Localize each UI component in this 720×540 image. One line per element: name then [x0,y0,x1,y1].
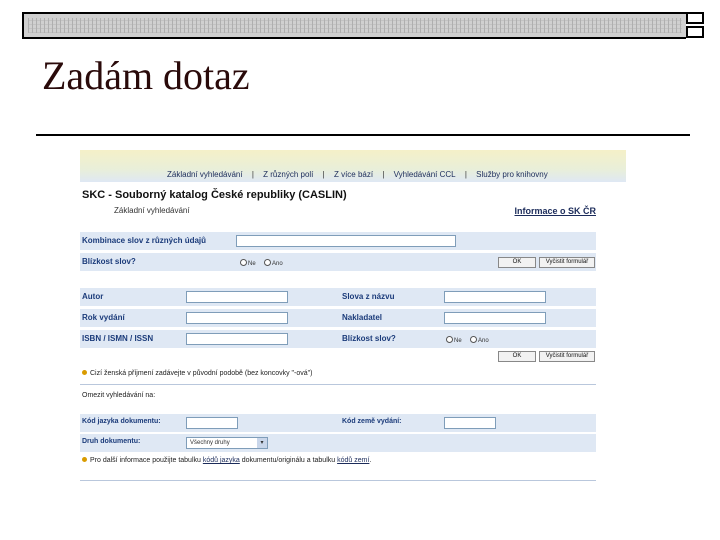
combo-input[interactable] [236,235,456,247]
fields-proximity-label: Blízkost slov? [342,334,396,343]
codes-note-suffix: . [369,457,372,464]
nav-separator: | [251,170,254,179]
fields-clear-button[interactable]: Vyčistit formulář [539,351,595,362]
title-rule [36,134,690,136]
radio-label: Ano [478,338,489,344]
basic-proximity-row: Blízkost slov? Ne Ano OK Vyčistit formul… [80,253,596,271]
basic-proximity-label: Blízkost slov? [82,257,136,266]
basic-ok-button[interactable]: OK [498,257,536,268]
corner-box-bottom [686,26,704,38]
chevron-down-icon: ▾ [257,438,267,448]
nav-item-multi-field[interactable]: Z různých polí [263,170,313,179]
slide-corner-boxes [686,12,710,40]
bullet-icon [82,370,87,375]
corner-box-top [686,12,704,24]
country-codes-link[interactable]: kódů zemí [337,457,369,464]
year-input[interactable] [186,312,288,324]
nav-item-basic-search[interactable]: Základní vyhledávání [167,170,243,179]
codes-note-middle: dokumentu/originálu a tabulku [239,457,338,464]
combo-row: Kombinace slov z různých údajů [80,232,596,250]
nav-items: Základní vyhledávání | Z různých polí | … [164,170,551,179]
basic-radio-no[interactable]: Ne [240,259,256,267]
lang-input[interactable] [186,417,238,429]
bottom-divider [80,480,596,481]
author-row: Autor Slova z názvu [80,288,596,306]
basic-clear-button[interactable]: Vyčistit formulář [539,257,595,268]
isbn-label: ISBN / ISMN / ISSN [82,334,154,343]
radio-circle-icon [446,336,453,343]
country-input[interactable] [444,417,496,429]
info-link[interactable]: Informace o SK ČR [514,206,596,216]
divider [80,384,596,385]
author-input[interactable] [186,291,288,303]
lang-row: Kód jazyka dokumentu: Kód země vydání: [80,414,596,432]
language-codes-link[interactable]: kódů jazyka [203,457,240,464]
codes-note: Pro další informace použijte tabulku kód… [82,457,371,464]
surname-note-text: Cizí ženská příjmení zadávejte v původní… [90,370,313,377]
fields-radio-no[interactable]: Ne [446,336,462,344]
radio-circle-icon [264,259,271,266]
radio-circle-icon [470,336,477,343]
catalog-title: SKC - Souborný katalog České republiky (… [82,189,347,201]
year-label: Rok vydání [82,313,125,322]
nav-separator: | [464,170,467,179]
nav-item-library-services[interactable]: Služby pro knihovny [476,170,548,179]
slide-title: Zadám dotaz [42,53,250,98]
nav-item-ccl[interactable]: Vyhledávání CCL [394,170,456,179]
nav-separator: | [382,170,385,179]
combo-label: Kombinace slov z různých údajů [82,236,207,245]
isbn-input[interactable] [186,333,288,345]
title-words-input[interactable] [444,291,546,303]
author-label: Autor [82,292,104,301]
basic-radio-yes[interactable]: Ano [264,259,283,267]
country-label: Kód země vydání: [342,418,402,425]
fields-radio-yes[interactable]: Ano [470,336,489,344]
bullet-icon [82,457,87,462]
radio-label: Ano [272,261,283,267]
year-row: Rok vydání Nakladatel [80,309,596,327]
doctype-label: Druh dokumentu: [82,438,141,445]
isbn-row: ISBN / ISMN / ISSN Blízkost slov? Ne Ano [80,330,596,348]
slide-top-bar [22,12,686,39]
radio-label: Ne [454,338,462,344]
fields-ok-button[interactable]: OK [498,351,536,362]
publisher-input[interactable] [444,312,546,324]
surname-note: Cizí ženská příjmení zadávejte v původní… [82,370,312,377]
title-words-label: Slova z názvu [342,292,395,301]
radio-label: Ne [248,261,256,267]
top-bar-pattern [28,18,682,33]
catalog-screenshot: Základní vyhledávání | Z různých polí | … [80,150,626,484]
restrict-label: Omezit vyhledávání na: [82,392,156,399]
nav-separator: | [322,170,325,179]
nav-bar: Základní vyhledávání | Z různých polí | … [80,150,626,182]
radio-circle-icon [240,259,247,266]
lang-label: Kód jazyka dokumentu: [82,418,161,425]
doctype-row: Druh dokumentu: Všechny druhy ▾ [80,434,596,452]
publisher-label: Nakladatel [342,313,383,322]
doctype-value: Všechny druhy [190,440,230,446]
catalog-subtitle: Základní vyhledávání [114,206,190,215]
doctype-select[interactable]: Všechny druhy ▾ [186,437,268,449]
codes-note-prefix: Pro další informace použijte tabulku [90,457,203,464]
nav-item-multi-base[interactable]: Z více bází [334,170,373,179]
